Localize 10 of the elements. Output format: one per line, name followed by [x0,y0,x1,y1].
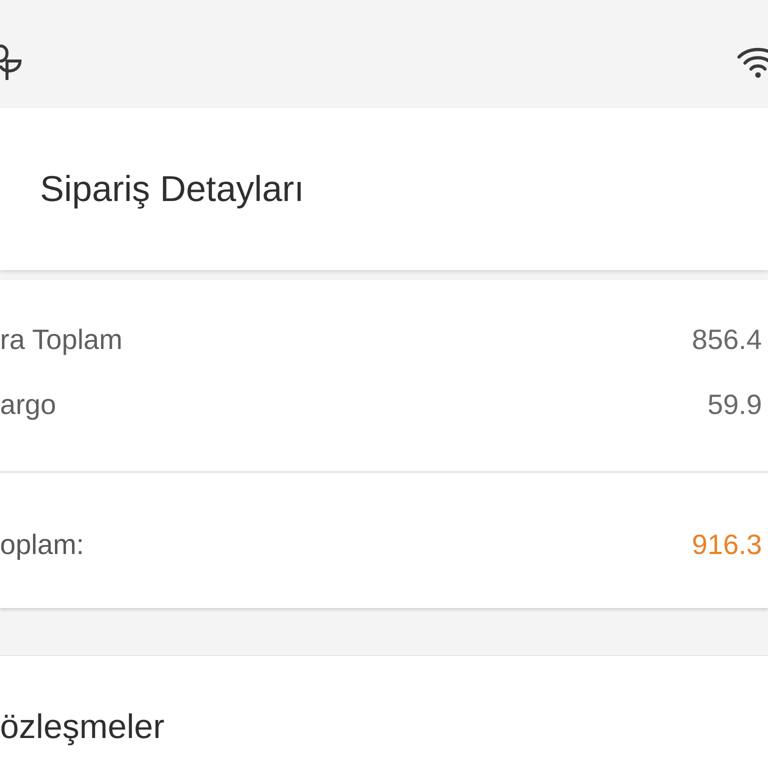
wifi-icon [737,45,768,79]
summary-label: ra Toplam [0,322,122,356]
summary-value: 856.4 [692,322,762,356]
summary-label: argo [0,388,56,422]
total-label: oplam: [0,528,84,562]
pinwheel-icon [0,44,22,80]
summary-value: 59.9 [708,388,762,422]
page-title: Sipariş Detayları [40,167,304,211]
section-title: özleşmeler [0,707,164,748]
total-value: 916.3 [692,528,762,562]
